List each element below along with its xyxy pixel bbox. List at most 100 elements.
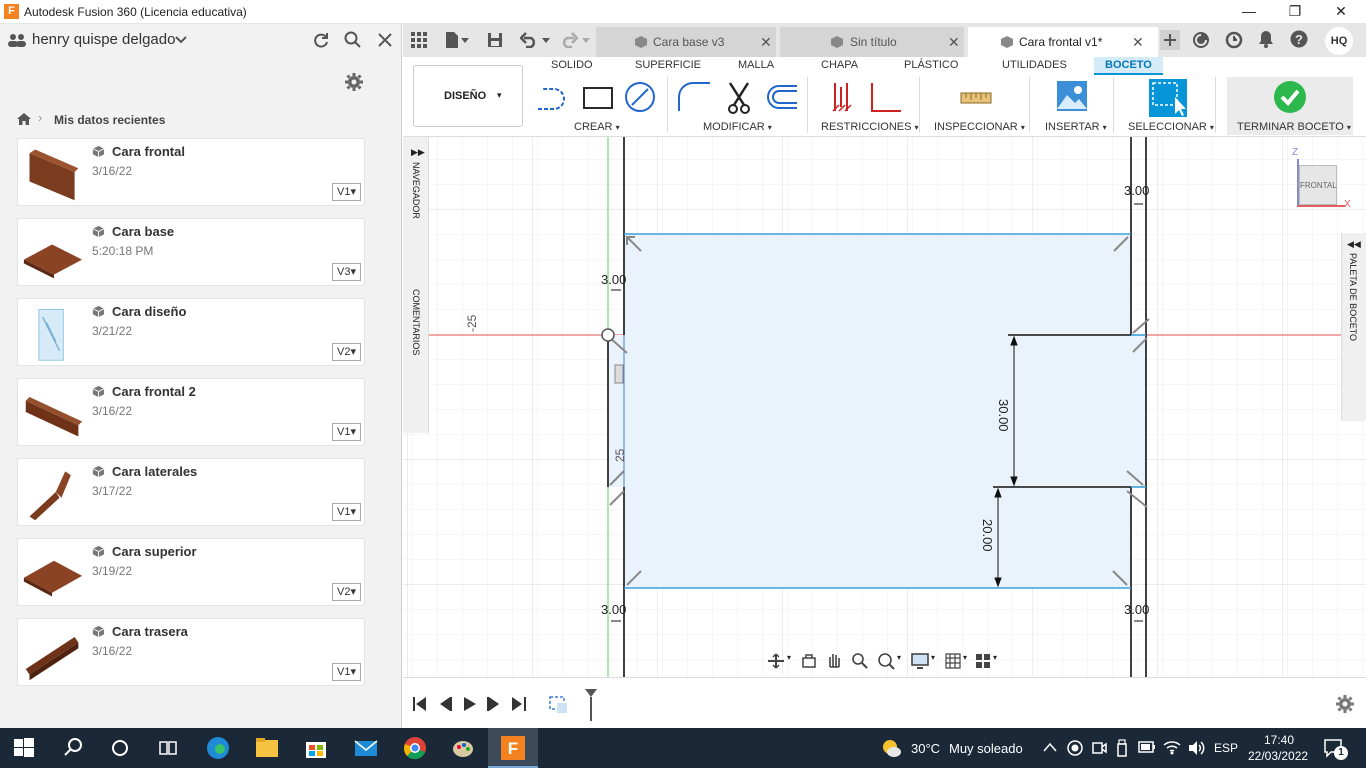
volume-icon[interactable] (1187, 739, 1205, 757)
clock-date[interactable]: 22/03/2022 (1248, 749, 1308, 763)
chevron-down-icon[interactable]: ▾ (993, 653, 997, 662)
refresh-icon[interactable] (312, 31, 330, 49)
avatar[interactable]: HQ (1325, 27, 1353, 55)
weather-sun-icon[interactable] (880, 738, 902, 758)
zoom-icon[interactable] (851, 652, 869, 670)
timeline-marker-icon[interactable] (585, 689, 597, 721)
trim-scissors-icon[interactable] (726, 81, 752, 115)
recording-icon[interactable] (1067, 740, 1083, 756)
offset-tool-icon[interactable] (763, 83, 799, 111)
task-view-icon[interactable] (156, 736, 180, 760)
recent-design-card[interactable]: Cara diseño 3/21/22 V2▾ (17, 298, 365, 366)
view-cube-face[interactable]: FRONTAL (1299, 165, 1337, 205)
chevron-down-icon[interactable]: ▾ (931, 653, 935, 662)
design-thumbnail[interactable] (22, 543, 84, 603)
recent-design-card[interactable]: Cara laterales 3/17/22 V1▾ (17, 458, 365, 526)
design-thumbnail[interactable] (22, 383, 84, 443)
undo-icon[interactable] (520, 32, 538, 48)
mail-icon[interactable] (354, 736, 378, 760)
checkmark-icon[interactable] (1274, 81, 1306, 113)
extensions-icon[interactable] (1192, 31, 1210, 49)
chevron-down-icon[interactable] (542, 38, 550, 44)
navigator-sidebar[interactable]: ▶▶ NAVEGADOR COMENTARIOS (403, 137, 429, 433)
chevron-up-icon[interactable] (1043, 742, 1057, 752)
version-dropdown[interactable]: V3▾ (332, 263, 361, 281)
usb-icon[interactable] (1115, 739, 1129, 757)
tab-cara-base[interactable]: Cara base v3 ✕ (596, 27, 776, 57)
weather-text[interactable]: Muy soleado (949, 741, 1023, 756)
ribbon-tab[interactable]: BOCETO (1094, 57, 1163, 75)
design-thumbnail[interactable] (22, 303, 84, 363)
sketch-canvas[interactable]: 3.00 3.00 30.00 20.00 3.00 3.00 -25 25 ▶… (403, 137, 1366, 677)
sketch-feature-icon[interactable] (549, 693, 569, 715)
play-icon[interactable] (463, 697, 477, 711)
ribbon-group-label[interactable]: MODIFICAR ▾ (703, 121, 772, 133)
pan-hand-icon[interactable] (825, 651, 843, 669)
view-cube[interactable]: Z FRONTAL X (1281, 147, 1351, 211)
ribbon-tab[interactable]: PLÁSTICO (904, 59, 958, 71)
search-icon[interactable] (62, 736, 86, 760)
ribbon-tab[interactable]: SOLIDO (551, 59, 593, 71)
step-back-icon[interactable] (438, 697, 452, 711)
ribbon-tab[interactable]: MALLA (738, 59, 774, 71)
chevron-down-icon[interactable] (461, 38, 469, 44)
language-indicator[interactable]: ESP (1214, 741, 1238, 755)
display-settings-icon[interactable] (911, 653, 929, 669)
line-tool-icon[interactable] (536, 85, 572, 113)
job-status-icon[interactable] (1225, 31, 1243, 49)
ribbon-tab[interactable]: CHAPA (821, 59, 858, 71)
design-name[interactable]: Cara frontal (112, 144, 185, 159)
chevron-down-icon[interactable]: ▾ (787, 653, 791, 662)
app-grid-icon[interactable] (411, 32, 427, 48)
viewports-icon[interactable] (975, 653, 991, 669)
home-icon[interactable] (16, 112, 32, 126)
chevron-down-icon[interactable]: ▾ (897, 653, 901, 662)
dim-top-right[interactable]: 3.00 (1124, 183, 1149, 198)
meet-icon[interactable] (1091, 740, 1107, 756)
version-dropdown[interactable]: V2▾ (332, 343, 361, 361)
store-icon[interactable] (304, 736, 328, 760)
insert-image-icon[interactable] (1057, 81, 1087, 111)
close-tab-icon[interactable]: ✕ (760, 27, 772, 57)
look-at-icon[interactable] (801, 653, 817, 669)
battery-icon[interactable] (1138, 741, 1156, 753)
skip-start-icon[interactable] (413, 697, 427, 711)
close-button[interactable]: ✕ (1318, 2, 1364, 22)
recent-design-card[interactable]: Cara trasera 3/16/22 V1▾ (17, 618, 365, 686)
skip-end-icon[interactable] (512, 697, 526, 711)
save-icon[interactable] (487, 32, 503, 48)
design-name[interactable]: Cara frontal 2 (112, 384, 196, 399)
dim-left-upper[interactable]: 3.00 (601, 272, 626, 287)
chevron-down-icon[interactable] (582, 38, 590, 44)
rectangle-tool-icon[interactable] (582, 85, 614, 111)
measure-ruler-icon[interactable] (960, 87, 992, 109)
step-forward-icon[interactable] (487, 697, 501, 711)
recent-design-card[interactable]: Cara base 5:20:18 PM V3▾ (17, 218, 365, 286)
windows-start-icon[interactable] (14, 736, 38, 760)
dim-bottom-left[interactable]: 3.00 (601, 602, 626, 617)
perpendicular-constraint-icon[interactable] (869, 81, 903, 115)
select-window-icon[interactable] (1149, 79, 1187, 117)
weather-temp[interactable]: 30°C (911, 741, 940, 756)
recent-design-card[interactable]: Cara frontal 2 3/16/22 V1▾ (17, 378, 365, 446)
breadcrumb[interactable]: Mis datos recientes (54, 113, 165, 127)
design-thumbnail[interactable] (22, 463, 84, 523)
search-icon[interactable] (344, 31, 362, 49)
ribbon-group-label[interactable]: TERMINAR BOCETO ▾ (1237, 121, 1351, 133)
ribbon-group-label[interactable]: RESTRICCIONES ▾ (821, 121, 919, 133)
version-dropdown[interactable]: V1▾ (332, 423, 361, 441)
redo-icon[interactable] (560, 32, 578, 48)
design-thumbnail[interactable] (22, 623, 84, 683)
ribbon-group-label[interactable]: CREAR ▾ (574, 121, 620, 133)
circle-tool-icon[interactable] (624, 81, 656, 113)
design-name[interactable]: Cara diseño (112, 304, 186, 319)
design-name[interactable]: Cara trasera (112, 624, 188, 639)
chevron-down-icon[interactable] (175, 35, 187, 45)
ribbon-group-label[interactable]: INSERTAR ▾ (1045, 121, 1107, 133)
help-icon[interactable]: ? (1290, 30, 1308, 48)
expand-icon[interactable]: ▶▶ (411, 147, 425, 158)
edge-browser-icon[interactable] (206, 736, 230, 760)
sketch-palette-sidebar[interactable]: ◀◀ PALETA DE BOCETO (1341, 233, 1366, 421)
close-panel-icon[interactable] (377, 32, 393, 48)
version-dropdown[interactable]: V1▾ (332, 503, 361, 521)
